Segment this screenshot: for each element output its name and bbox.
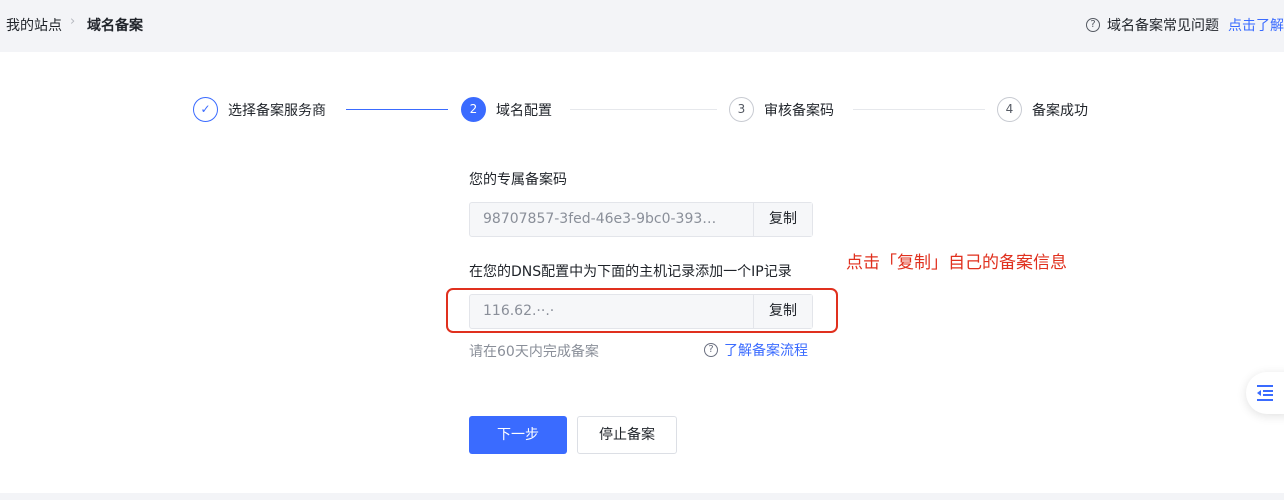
annotation-text: 点击「复制」自己的备案信息: [846, 253, 1067, 273]
main-panel: ✓ 选择备案服务商 2 域名配置 3 审核备案码 4 备案成功 您的专属备案码 …: [0, 52, 1284, 493]
question-circle-icon: ?: [1086, 18, 1100, 32]
outdent-menu-icon: [1257, 385, 1273, 401]
top-bar: 我的站点 › 域名备案 ? 域名备案常见问题 点击了解: [0, 0, 1284, 52]
filing-code-field: 98707857-3fed-46e3-9bc0-393… 复制: [469, 202, 813, 237]
step-2-number: 2: [461, 97, 486, 122]
step-1-check-icon: ✓: [193, 97, 218, 122]
step-4-label: 备案成功: [1032, 103, 1088, 119]
step-1-label: 选择备案服务商: [228, 103, 326, 119]
float-menu-button[interactable]: [1246, 372, 1284, 414]
step-connector-3: [853, 109, 985, 110]
breadcrumb-my-sites[interactable]: 我的站点: [6, 15, 62, 35]
step-connector-1: [346, 109, 448, 110]
stop-filing-button[interactable]: 停止备案: [577, 416, 677, 454]
help-faq-text: 域名备案常见问题: [1107, 18, 1219, 34]
step-3-label: 审核备案码: [764, 103, 834, 119]
learn-flow-link[interactable]: ? 了解备案流程: [704, 340, 808, 360]
filing-code-title: 您的专属备案码: [469, 172, 567, 188]
help-faq: ? 域名备案常见问题 点击了解: [1086, 15, 1284, 35]
ip-record-title: 在您的DNS配置中为下面的主机记录添加一个IP记录: [469, 264, 792, 280]
filing-code-value: 98707857-3fed-46e3-9bc0-393…: [483, 211, 717, 227]
breadcrumb-separator-icon: ›: [70, 14, 76, 29]
learn-flow-text[interactable]: 了解备案流程: [724, 340, 808, 360]
deadline-hint: 请在60天内完成备案: [469, 344, 599, 360]
help-learn-link[interactable]: 点击了解: [1228, 15, 1284, 35]
step-connector-2: [570, 109, 717, 110]
copy-filing-code-button[interactable]: 复制: [753, 203, 812, 236]
next-step-button[interactable]: 下一步: [469, 416, 567, 454]
step-2-label: 域名配置: [496, 103, 552, 119]
breadcrumb-current: 域名备案: [87, 18, 143, 34]
question-circle-icon: ?: [704, 343, 718, 357]
step-3-number: 3: [729, 97, 754, 122]
step-4-number: 4: [997, 97, 1022, 122]
annotation-highlight-frame: [446, 288, 838, 333]
